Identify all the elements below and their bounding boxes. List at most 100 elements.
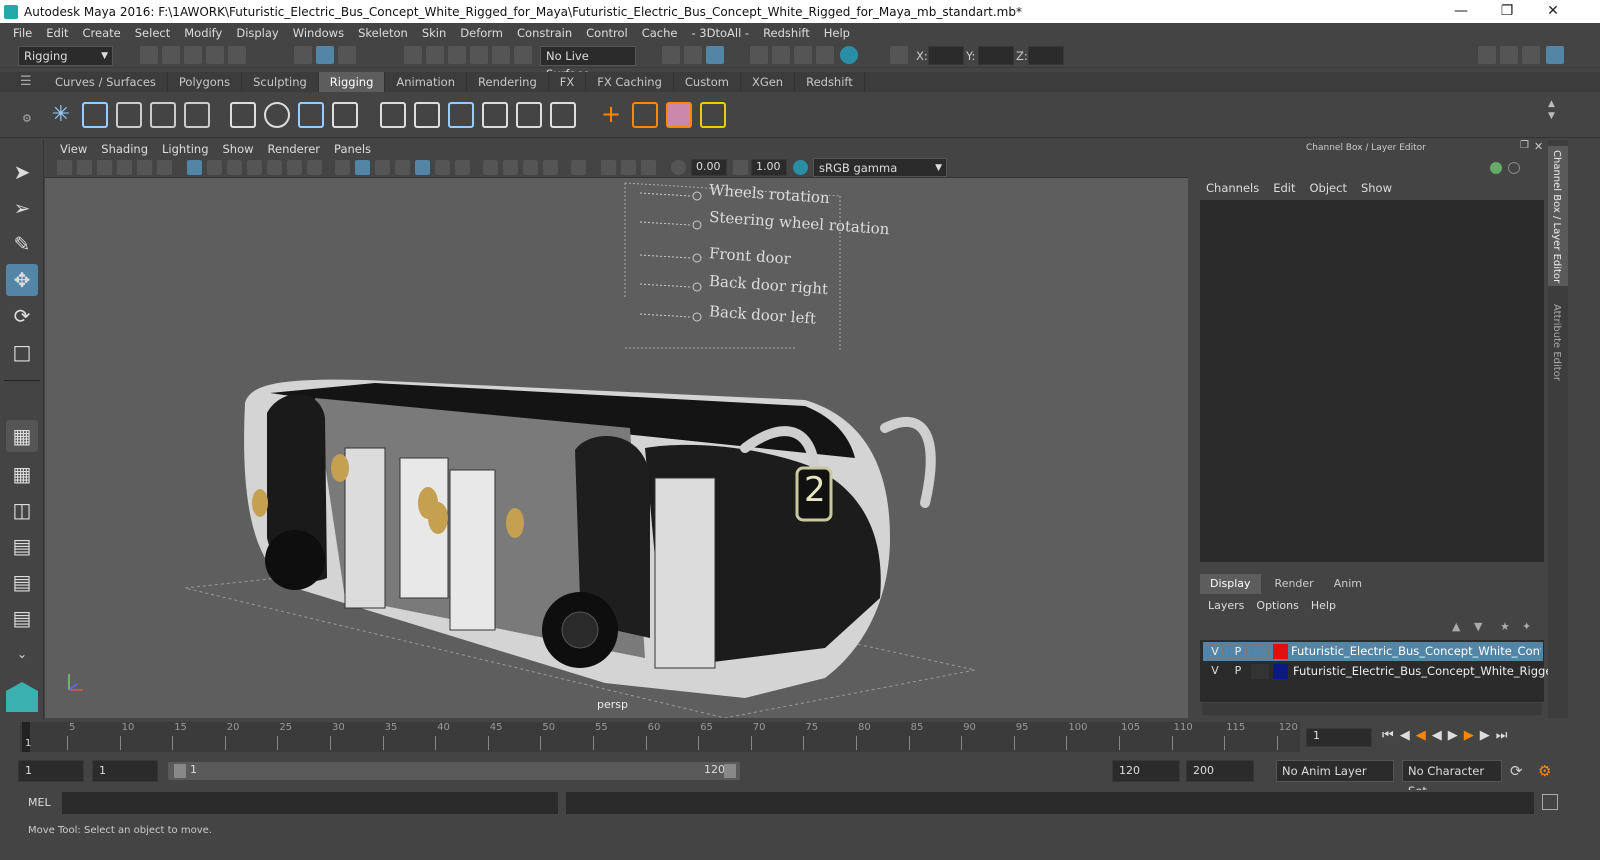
hypershade-icon[interactable] bbox=[772, 46, 790, 64]
perspective-graph-layout-icon[interactable]: ▤ bbox=[6, 530, 38, 562]
parent-constraint-icon[interactable] bbox=[516, 102, 542, 128]
smooth-shade-icon[interactable] bbox=[355, 160, 370, 175]
exposure-field[interactable]: 0.00 bbox=[691, 159, 727, 176]
minimize-icon[interactable]: — bbox=[1438, 0, 1484, 23]
shelf-tab-xgen[interactable]: XGen bbox=[741, 72, 796, 92]
close-panel-icon[interactable]: ✕ bbox=[1534, 140, 1543, 153]
four-view-layout-icon[interactable]: ▦ bbox=[6, 458, 38, 490]
layer-name[interactable]: Futuristic_Electric_Bus_Concept_White_Ri… bbox=[1293, 664, 1560, 678]
side-tab-attribute-editor[interactable]: Attribute Editor bbox=[1548, 300, 1568, 400]
cb-menu-edit[interactable]: Edit bbox=[1273, 181, 1295, 195]
live-surface-field[interactable]: No Live Surface bbox=[540, 46, 636, 81]
character-set-dropdown[interactable]: No Character Set bbox=[1402, 760, 1502, 798]
menu-skin[interactable]: Skin bbox=[415, 26, 453, 40]
snap-point-icon[interactable] bbox=[448, 46, 466, 64]
set-driven-key-icon[interactable] bbox=[632, 102, 658, 128]
new-layer-selected-icon[interactable]: ✦ bbox=[1522, 620, 1531, 633]
step-forward-frame-icon[interactable]: ▶ bbox=[1480, 728, 1496, 743]
new-empty-layer-icon[interactable]: ★ bbox=[1500, 620, 1510, 633]
lasso-tool-icon[interactable]: ➢ bbox=[6, 192, 38, 224]
shelf-tab-rendering[interactable]: Rendering bbox=[467, 72, 549, 92]
auto-key-icon[interactable]: ⟳ bbox=[1510, 762, 1523, 780]
layer-menu-help[interactable]: Help bbox=[1311, 599, 1336, 612]
save-scene-icon[interactable] bbox=[184, 46, 202, 64]
tab-render[interactable]: Render bbox=[1261, 574, 1328, 594]
gate-mask-icon[interactable] bbox=[247, 160, 262, 175]
rotate-tool-icon[interactable]: ⟳ bbox=[6, 300, 38, 332]
move-tool-icon[interactable]: ✥ bbox=[6, 264, 38, 296]
menu-redshift[interactable]: Redshift bbox=[756, 26, 817, 40]
toggle-attribute-editor-icon[interactable] bbox=[1500, 46, 1518, 64]
perspective-outliner-layout-icon[interactable]: ◫ bbox=[6, 494, 38, 526]
perspective-viewport[interactable]: Wheels rotation Steering wheel rotation … bbox=[45, 178, 1188, 718]
vp-menu-panels[interactable]: Panels bbox=[327, 140, 378, 158]
layer-playback-toggle[interactable]: P bbox=[1229, 644, 1247, 659]
render-frame-icon[interactable] bbox=[662, 46, 680, 64]
menu-windows[interactable]: Windows bbox=[286, 26, 351, 40]
toggle-channel-box-icon[interactable] bbox=[1546, 46, 1564, 64]
play-backwards-icon[interactable]: ◀ bbox=[1432, 728, 1448, 743]
snap-live-icon[interactable] bbox=[492, 46, 510, 64]
image-plane-icon[interactable] bbox=[117, 160, 132, 175]
layer-visibility-toggle[interactable]: V bbox=[1207, 664, 1223, 679]
vp-menu-shading[interactable]: Shading bbox=[94, 140, 155, 158]
redo-icon[interactable] bbox=[228, 46, 246, 64]
range-bar[interactable]: 1 120 bbox=[168, 762, 740, 780]
float-panel-icon[interactable]: ❐ bbox=[1520, 140, 1529, 151]
animation-preferences-icon[interactable]: ⚙ bbox=[1538, 762, 1551, 780]
command-input[interactable] bbox=[62, 792, 558, 814]
vp-menu-show[interactable]: Show bbox=[216, 140, 261, 158]
snap-together-icon[interactable] bbox=[514, 46, 532, 64]
render-sequence-icon[interactable] bbox=[684, 46, 702, 64]
exposure-icon[interactable] bbox=[671, 160, 686, 175]
xray-joints-icon[interactable] bbox=[621, 160, 636, 175]
locator-icon[interactable]: + bbox=[598, 102, 624, 128]
paint-weights-icon[interactable] bbox=[666, 102, 692, 128]
layer-playback-toggle[interactable]: P bbox=[1229, 664, 1247, 679]
tab-anim[interactable]: Anim bbox=[1328, 574, 1368, 594]
mel-label[interactable]: MEL bbox=[28, 796, 51, 809]
shelf-scroll-icon[interactable]: ▲ ▼ bbox=[1548, 98, 1555, 122]
new-scene-icon[interactable] bbox=[140, 46, 158, 64]
y-field[interactable] bbox=[978, 46, 1014, 65]
field-chart-icon[interactable] bbox=[267, 160, 282, 175]
paint-select-tool-icon[interactable]: ✎ bbox=[6, 228, 38, 260]
shelf-menu-icon[interactable]: ☰ bbox=[20, 74, 32, 89]
animation-end-field[interactable]: 200 bbox=[1186, 760, 1254, 782]
safe-action-icon[interactable] bbox=[287, 160, 302, 175]
select-by-hierarchy-icon[interactable] bbox=[294, 46, 312, 64]
go-to-end-icon[interactable]: ⏭ bbox=[1496, 728, 1514, 743]
menu-3dtoall[interactable]: - 3DtoAll - bbox=[684, 26, 756, 40]
vp-menu-renderer[interactable]: Renderer bbox=[261, 140, 328, 158]
point-constraint-icon[interactable] bbox=[380, 102, 406, 128]
snap-curve-icon[interactable] bbox=[426, 46, 444, 64]
side-tab-channel-box[interactable]: Channel Box / Layer Editor bbox=[1548, 146, 1568, 286]
create-joints-icon[interactable]: ✳ bbox=[48, 102, 74, 128]
playback-end-field[interactable]: 120 bbox=[1112, 760, 1180, 782]
range-start-handle[interactable] bbox=[174, 764, 186, 778]
time-slider[interactable]: 1 5 10 15 20 25 30 35 40 45 50 55 60 65 70 75 80 85 90 95 1… bbox=[0, 720, 1600, 756]
select-by-object-icon[interactable] bbox=[316, 46, 334, 64]
lattice-icon[interactable] bbox=[298, 102, 324, 128]
tab-display[interactable]: Display bbox=[1200, 574, 1261, 594]
move-layer-up-icon[interactable]: ▲ bbox=[1452, 620, 1460, 633]
anti-aliasing-icon[interactable] bbox=[523, 160, 538, 175]
film-gate-icon[interactable] bbox=[207, 160, 222, 175]
textured-icon[interactable] bbox=[415, 160, 430, 175]
layer-display-type-toggle[interactable] bbox=[1251, 664, 1269, 679]
anim-layer-dropdown[interactable]: No Anim Layer bbox=[1276, 760, 1394, 782]
shelf-tab-custom[interactable]: Custom bbox=[674, 72, 741, 92]
render-view-icon[interactable] bbox=[706, 46, 724, 64]
select-by-component-icon[interactable] bbox=[338, 46, 356, 64]
single-perspective-layout-icon[interactable]: ▦ bbox=[6, 420, 38, 452]
isolate-select-icon[interactable] bbox=[571, 160, 586, 175]
layer-row-rigged[interactable]: V P Futuristic_Electric_Bus_Concept_Whit… bbox=[1203, 662, 1560, 681]
menu-create[interactable]: Create bbox=[76, 26, 128, 40]
current-frame-field[interactable]: 1 bbox=[1306, 728, 1372, 747]
maya-home-icon[interactable] bbox=[6, 682, 38, 712]
layer-scrollbar[interactable] bbox=[1202, 703, 1542, 715]
shelf-tab-polygons[interactable]: Polygons bbox=[168, 72, 243, 92]
layer-color-swatch[interactable] bbox=[1273, 644, 1288, 659]
step-back-key-icon[interactable]: ◀ bbox=[1416, 728, 1432, 743]
toggle-modeling-toolkit-icon[interactable] bbox=[1478, 46, 1496, 64]
